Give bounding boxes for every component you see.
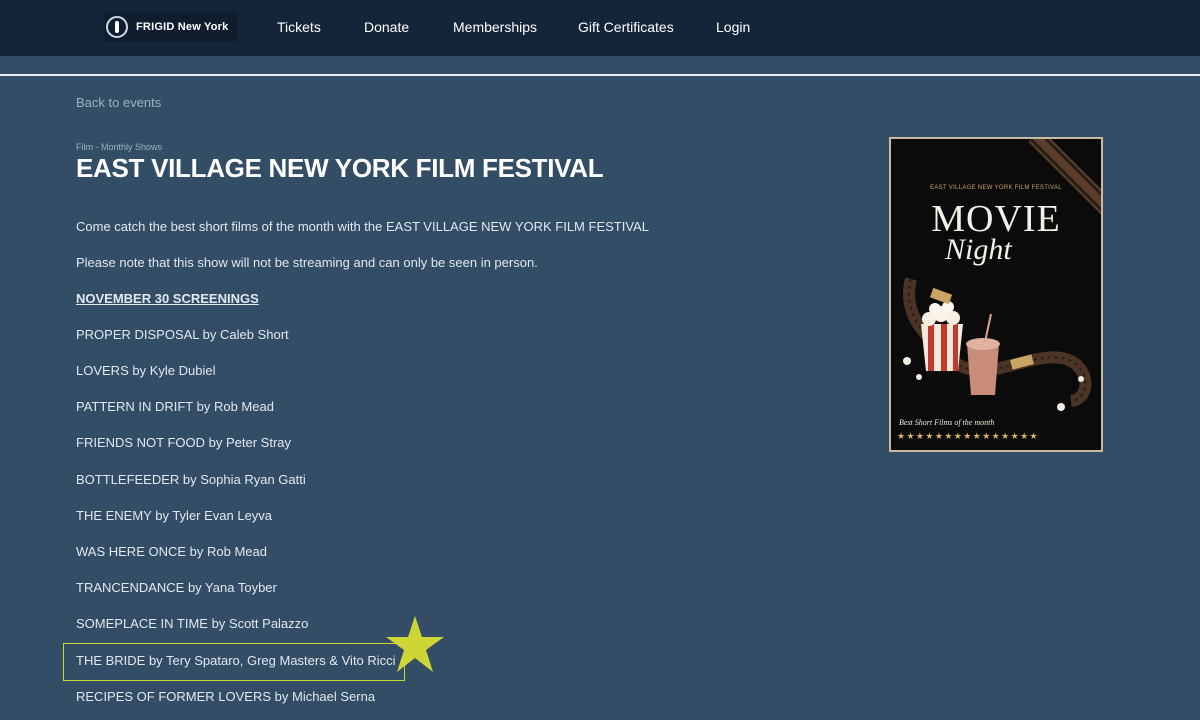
event-category: Film - Monthly Shows [76, 142, 163, 152]
film-list-item: TRANCENDANCE by Yana Toyber [76, 580, 277, 595]
nav-donate-link[interactable]: Donate [364, 0, 409, 56]
screenings-heading: NOVEMBER 30 SCREENINGS [76, 291, 259, 306]
nav-tickets-link[interactable]: Tickets [277, 0, 321, 56]
film-list-item: SOMEPLACE IN TIME by Scott Palazzo [76, 616, 309, 631]
movie-night-poster: EAST VILLAGE NEW YORK FILM FESTIVAL MOVI… [889, 137, 1103, 452]
streaming-notice: Please note that this show will not be s… [76, 255, 538, 270]
frigid-logo[interactable]: FRIGID New York [104, 12, 239, 42]
poster-title-night: Night [945, 233, 1012, 266]
nav-login-link[interactable]: Login [716, 0, 750, 56]
star-icon [386, 616, 444, 672]
nav-gift-certificates-link[interactable]: Gift Certificates [578, 0, 674, 56]
top-navigation-bar: FRIGID New York Tickets Donate Membershi… [0, 0, 1200, 56]
nav-memberships-link[interactable]: Memberships [453, 0, 537, 56]
film-list-item: PROPER DISPOSAL by Caleb Short [76, 327, 289, 342]
frigid-logo-icon [106, 16, 128, 38]
film-list-item: BOTTLEFEEDER by Sophia Ryan Gatti [76, 472, 306, 487]
film-list-item: FRIENDS NOT FOOD by Peter Stray [76, 435, 292, 450]
film-list-item: WAS HERE ONCE by Rob Mead [76, 544, 267, 559]
event-title: EAST VILLAGE NEW YORK FILM FESTIVAL [76, 153, 604, 183]
film-list-item: PATTERN IN DRIFT by Rob Mead [76, 399, 274, 414]
film-list-item: RECIPES OF FORMER LOVERS by Michael Sern… [76, 689, 376, 704]
film-list-item: LOVERS by Kyle Dubiel [76, 363, 216, 378]
header-divider [0, 74, 1200, 76]
poster-stars: ★★★★★★★★★★★★★★★ [897, 431, 1040, 441]
event-intro-paragraph: Come catch the best short films of the m… [76, 219, 649, 234]
poster-tagline: Best Short Films of the month [899, 418, 995, 427]
highlight-box [63, 643, 405, 681]
logo-text: FRIGID New York [136, 21, 229, 33]
back-to-events-link[interactable]: Back to events [76, 95, 161, 110]
poster-header-text: EAST VILLAGE NEW YORK FILM FESTIVAL [930, 185, 1062, 191]
film-list-item: THE ENEMY by Tyler Evan Leyva [76, 508, 273, 523]
